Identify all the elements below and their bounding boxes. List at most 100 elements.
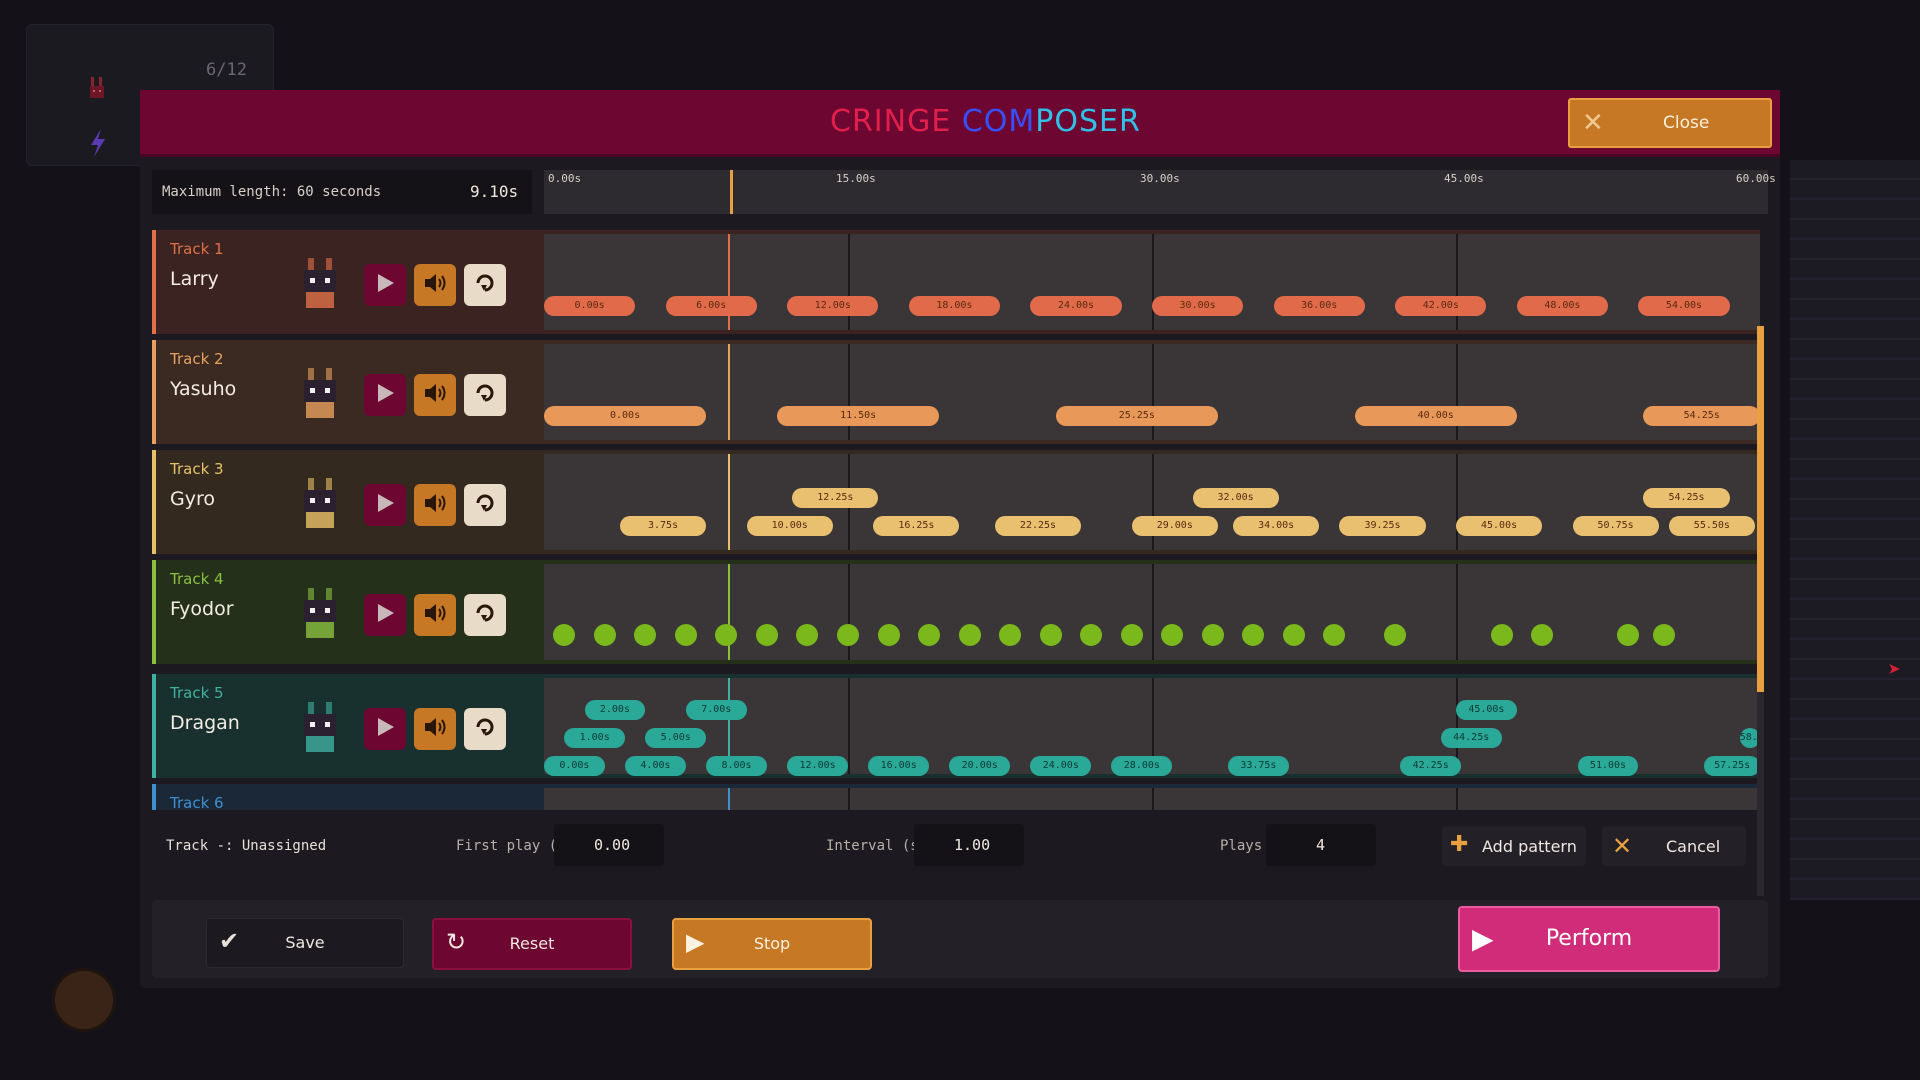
mute-track-button[interactable] xyxy=(414,708,456,750)
pattern-pill[interactable]: 48.00s xyxy=(1516,296,1608,316)
beat-dot[interactable] xyxy=(1120,624,1143,646)
beat-dot[interactable] xyxy=(1161,624,1184,646)
pattern-pill[interactable]: 55.50s xyxy=(1668,516,1755,536)
beat-dot[interactable] xyxy=(1531,624,1554,646)
pattern-pill[interactable]: 12.00s xyxy=(787,756,848,776)
loop-track-button[interactable] xyxy=(464,374,506,416)
pattern-pill[interactable]: 1.00s xyxy=(564,728,626,748)
pattern-pill[interactable]: 54.25s xyxy=(1643,488,1730,508)
beat-dot[interactable] xyxy=(593,624,616,646)
beat-dot[interactable] xyxy=(1080,624,1103,646)
first-play-input[interactable]: 0.00 xyxy=(554,824,664,866)
track-lane[interactable] xyxy=(544,564,1760,660)
pattern-pill[interactable]: 54.25s xyxy=(1643,406,1760,426)
pattern-pill[interactable]: 57.25s xyxy=(1704,756,1760,776)
pattern-pill[interactable]: 32.00s xyxy=(1192,488,1279,508)
beat-dot[interactable] xyxy=(837,624,859,646)
perform-button[interactable]: ▶ Perform xyxy=(1458,906,1720,972)
reset-button[interactable]: ↻ Reset xyxy=(432,918,632,970)
pattern-pill[interactable]: 54.00s xyxy=(1638,296,1730,316)
pattern-pill[interactable]: 12.25s xyxy=(792,488,879,508)
pattern-pill[interactable]: 24.00s xyxy=(1030,296,1122,316)
pattern-pill[interactable]: 11.50s xyxy=(777,406,940,426)
pattern-pill[interactable]: 12.00s xyxy=(787,296,879,316)
pattern-pill[interactable]: 20.00s xyxy=(949,756,1011,776)
pattern-pill[interactable]: 6.00s xyxy=(665,296,757,316)
pattern-pill[interactable]: 40.00s xyxy=(1354,406,1517,426)
stop-button[interactable]: ▶ Stop xyxy=(672,918,872,970)
close-button[interactable]: ✕ Close xyxy=(1568,98,1772,148)
track-lane[interactable]: 0.00s 11.50s 25.25s 40.00s 54.25s xyxy=(544,344,1760,440)
play-track-button[interactable] xyxy=(364,708,406,750)
playhead-marker[interactable] xyxy=(730,170,733,214)
beat-dot[interactable] xyxy=(1323,624,1346,646)
pattern-pill[interactable]: 8.00s xyxy=(706,756,767,776)
timeline-ruler[interactable]: 0.00s 15.00s 30.00s 45.00s 60.00s xyxy=(544,170,1776,214)
beat-dot[interactable] xyxy=(1242,624,1265,646)
beat-dot[interactable] xyxy=(877,624,900,646)
track-lane[interactable]: 3.75s 10.00s 12.25s 16.25s 22.25s 29.00s 32.00… xyxy=(544,454,1760,550)
beat-dot[interactable] xyxy=(634,624,657,646)
pattern-pill[interactable]: 0.00s xyxy=(544,406,707,426)
beat-dot[interactable] xyxy=(1384,624,1407,646)
pattern-pill[interactable]: 42.25s xyxy=(1400,756,1462,776)
mute-track-button[interactable] xyxy=(414,374,456,416)
pattern-pill[interactable]: 3.75s xyxy=(620,516,707,536)
interval-input[interactable]: 1.00 xyxy=(914,824,1024,866)
beat-dot[interactable] xyxy=(715,624,738,646)
pattern-pill[interactable]: 36.00s xyxy=(1273,296,1365,316)
pattern-pill[interactable]: 7.00s xyxy=(685,700,747,720)
play-track-button[interactable] xyxy=(364,484,406,526)
pattern-pill[interactable]: 16.00s xyxy=(868,756,930,776)
pattern-pill[interactable]: 33.75s xyxy=(1228,756,1289,776)
plays-input[interactable]: 4 xyxy=(1266,824,1376,866)
loop-track-button[interactable] xyxy=(464,708,506,750)
beat-dot[interactable] xyxy=(1282,624,1305,646)
beat-dot[interactable] xyxy=(958,624,981,646)
pattern-pill[interactable]: 10.00s xyxy=(746,516,833,536)
beat-dot[interactable] xyxy=(674,624,697,646)
pattern-pill[interactable]: 28.00s xyxy=(1111,756,1173,776)
beat-dot[interactable] xyxy=(1617,624,1640,646)
loop-track-button[interactable] xyxy=(464,594,506,636)
track-lane[interactable]: 0.00s 6.00s 12.00s 18.00s 24.00s 30.00s 36.00s… xyxy=(544,234,1760,330)
beat-dot[interactable] xyxy=(999,624,1022,646)
pattern-pill[interactable]: 51.00s xyxy=(1577,756,1639,776)
beat-dot[interactable] xyxy=(1652,624,1675,646)
pattern-pill[interactable]: 45.00s xyxy=(1456,516,1543,536)
pattern-pill[interactable]: 4.00s xyxy=(625,756,686,776)
pattern-pill[interactable]: 44.25s xyxy=(1440,728,1502,748)
pattern-pill[interactable]: 0.00s xyxy=(544,756,605,776)
beat-dot[interactable] xyxy=(918,624,941,646)
pattern-pill[interactable]: 16.25s xyxy=(873,516,960,536)
pattern-pill[interactable]: 2.00s xyxy=(584,700,646,720)
loop-track-button[interactable] xyxy=(464,484,506,526)
pattern-pill[interactable]: 50.75s xyxy=(1572,516,1659,536)
pattern-pill[interactable]: 29.00s xyxy=(1131,516,1218,536)
track-lane[interactable] xyxy=(544,788,1760,810)
pattern-pill[interactable]: 45.00s xyxy=(1456,700,1517,720)
beat-dot[interactable] xyxy=(553,624,576,646)
track-lane[interactable]: 0.00s 1.00s 2.00s 4.00s 5.00s 7.00s 8.00s 12.00… xyxy=(544,678,1760,776)
beat-dot[interactable] xyxy=(1490,624,1513,646)
pattern-pill[interactable]: 42.00s xyxy=(1395,296,1487,316)
play-track-button[interactable] xyxy=(364,264,406,306)
mute-track-button[interactable] xyxy=(414,264,456,306)
pattern-pill[interactable]: 39.25s xyxy=(1339,516,1426,536)
play-track-button[interactable] xyxy=(364,374,406,416)
beat-dot[interactable] xyxy=(796,624,819,646)
pattern-pill[interactable]: 25.25s xyxy=(1055,406,1218,426)
add-pattern-button[interactable]: ✚ Add pattern xyxy=(1442,826,1586,866)
cancel-button[interactable]: ✕ Cancel xyxy=(1602,826,1746,866)
pattern-pill[interactable]: 5.00s xyxy=(645,728,707,748)
tracks-scroll-thumb[interactable] xyxy=(1757,326,1764,692)
pattern-pill[interactable]: 24.00s xyxy=(1030,756,1092,776)
mute-track-button[interactable] xyxy=(414,594,456,636)
save-button[interactable]: ✔ Save xyxy=(206,918,404,968)
pattern-pill[interactable]: 34.00s xyxy=(1233,516,1320,536)
beat-dot[interactable] xyxy=(1039,624,1062,646)
pattern-pill[interactable]: 18.00s xyxy=(908,296,1000,316)
pattern-pill[interactable]: 22.25s xyxy=(994,516,1082,536)
play-track-button[interactable] xyxy=(364,594,406,636)
pattern-pill[interactable]: 30.00s xyxy=(1152,296,1244,316)
